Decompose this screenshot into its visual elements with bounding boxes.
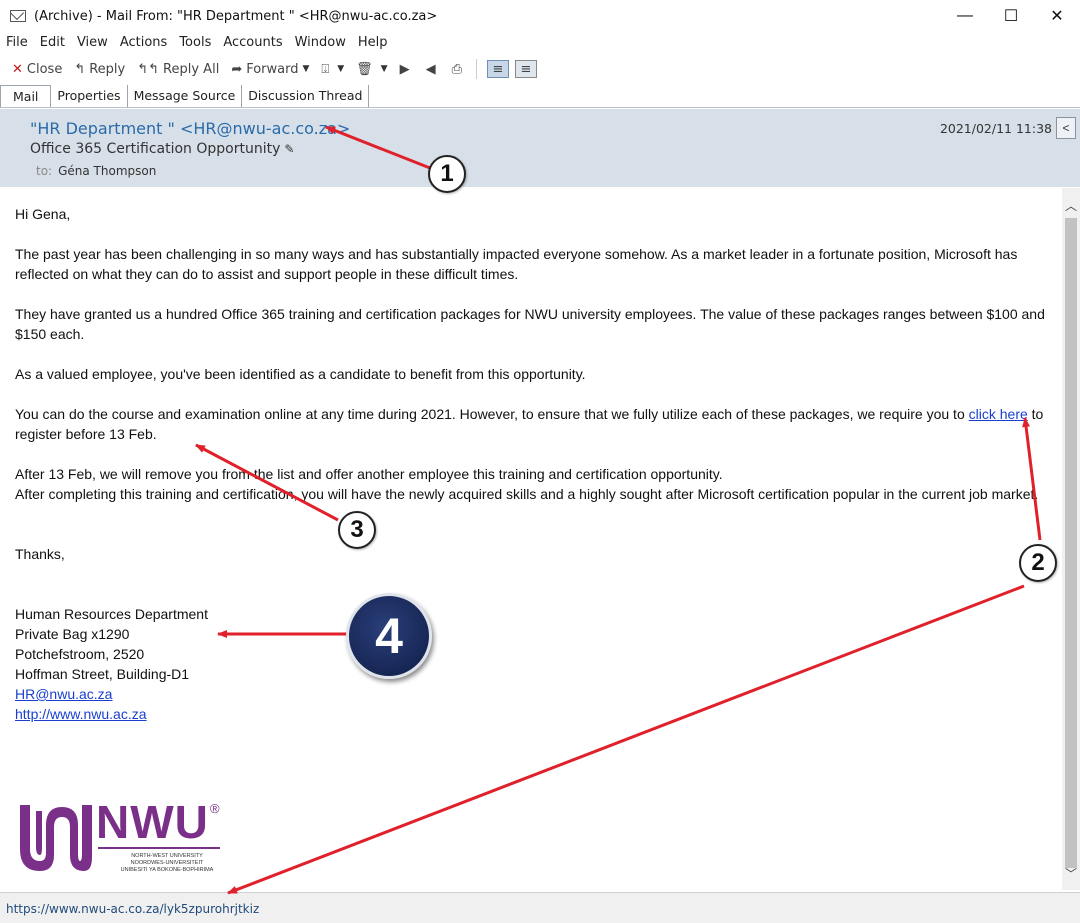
message-date: 2021/02/11 11:38 [939, 121, 1052, 136]
minimize-button[interactable]: — [942, 0, 988, 32]
play-left-icon: ◀ [425, 61, 436, 77]
delete-button[interactable]: 🗑 ▼ [350, 57, 393, 81]
nwu-logo-text: NWU [96, 796, 209, 848]
scroll-up-icon[interactable]: ︿ [1062, 196, 1080, 214]
logo-line-3: UNIBESITI YA BOKONE-BOPHIRIMA [120, 867, 214, 873]
nwu-logo: NWU ® NORTH-WEST UNIVERSITY NOORDWES-UNI… [14, 796, 234, 877]
view-text-icon: ≡ [515, 60, 537, 78]
previous-message-button[interactable]: ◀ [420, 57, 446, 81]
tab-discussion-thread[interactable]: Discussion Thread [242, 85, 370, 107]
chevron-down-icon[interactable]: ▼ [337, 64, 344, 74]
recipient-line: to: Géna Thompson [36, 164, 156, 178]
message-tabs: Mail Properties Message Source Discussio… [0, 84, 1080, 108]
logo-line-2: NOORDWES-UNIVERSITEIT [130, 860, 204, 866]
tab-mail[interactable]: Mail [0, 85, 52, 107]
window-controls: — ☐ ✕ [942, 0, 1080, 32]
to-label: to: [36, 164, 53, 178]
close-button[interactable]: ✕ Close [0, 57, 68, 81]
paragraph-2: They have granted us a hundred Office 36… [15, 306, 1045, 342]
logo-line-1: NORTH-WEST UNIVERSITY [131, 853, 203, 859]
trash-icon: 🗑 [356, 61, 373, 77]
message-body: Hi Gena, The past year has been challeng… [0, 188, 1062, 890]
maximize-button[interactable]: ☐ [988, 0, 1034, 32]
reply-all-button[interactable]: ↰↰ Reply All [131, 57, 225, 81]
menu-edit[interactable]: Edit [34, 33, 71, 53]
status-bar: https://www.nwu-ac.co.za/lyk5zpurohrjtki… [0, 892, 1080, 923]
window-title: (Archive) - Mail From: "HR Department " … [34, 8, 438, 24]
menu-window[interactable]: Window [289, 33, 352, 53]
status-url: https://www.nwu-ac.co.za/lyk5zpurohrjtki… [6, 902, 260, 916]
reply-all-arrow-icon: ↰↰ [137, 61, 160, 77]
mail-envelope-icon [10, 10, 26, 22]
forward-button[interactable]: ➦ Forward ▼ [225, 57, 315, 81]
forward-arrow-icon: ➦ [231, 61, 243, 77]
view-html-button[interactable]: ≡ [481, 57, 515, 81]
menu-bar: File Edit View Actions Tools Accounts Wi… [0, 33, 394, 53]
signature-address-1: Private Bag x1290 [15, 626, 130, 642]
tab-properties[interactable]: Properties [51, 85, 128, 107]
click-here-link[interactable]: click here [969, 406, 1028, 422]
menu-actions[interactable]: Actions [114, 33, 174, 53]
paragraph-4: You can do the course and examination on… [15, 406, 1044, 442]
tab-message-source[interactable]: Message Source [127, 85, 243, 107]
registered-mark: ® [210, 801, 220, 816]
signature-department: Human Resources Department [15, 606, 208, 622]
annotation-badge-2: 2 [1019, 544, 1057, 582]
paragraph-1: The past year has been challenging in so… [15, 246, 1018, 282]
view-text-button[interactable]: ≡ [515, 57, 543, 81]
move-folder-icon: ⍗ [321, 61, 330, 77]
pencil-edit-icon[interactable]: ✎ [284, 142, 294, 156]
logo-divider [98, 847, 220, 849]
signature-email-link[interactable]: HR@nwu.ac.za [15, 686, 112, 702]
chevron-left-icon: < [1062, 121, 1070, 135]
vertical-scrollbar[interactable]: ︿ ﹀ [1062, 188, 1080, 890]
collapse-header-button[interactable]: < [1056, 117, 1076, 139]
annotation-badge-3: 3 [338, 511, 376, 549]
menu-help[interactable]: Help [352, 33, 394, 53]
chevron-down-icon[interactable]: ▼ [381, 64, 388, 74]
menu-accounts[interactable]: Accounts [217, 33, 288, 53]
print-button[interactable]: ⎙ [446, 57, 472, 81]
signature-website-link[interactable]: http://www.nwu.ac.za [15, 706, 147, 722]
signature-block: Human Resources Department Private Bag x… [15, 604, 1048, 724]
signature-address-3: Hoffman Street, Building-D1 [15, 666, 190, 682]
view-layout-icon: ≡ [487, 60, 509, 78]
recipient-name[interactable]: Géna Thompson [58, 164, 156, 178]
menu-file[interactable]: File [0, 33, 34, 53]
menu-view[interactable]: View [71, 33, 114, 53]
title-bar: (Archive) - Mail From: "HR Department " … [0, 0, 1080, 32]
paragraph-3: As a valued employee, you've been identi… [15, 366, 586, 382]
reply-arrow-icon: ↰ [74, 61, 86, 77]
reply-button[interactable]: ↰ Reply [68, 57, 131, 81]
printer-icon: ⎙ [451, 61, 462, 77]
closing: Thanks, [15, 546, 65, 562]
close-x-icon: ✕ [12, 61, 23, 77]
sender-address[interactable]: "HR Department " <HR@nwu-ac.co.za> [30, 119, 350, 138]
toolbar-separator [476, 59, 477, 79]
chevron-down-icon[interactable]: ▼ [303, 64, 310, 74]
annotation-badge-1: 1 [428, 155, 466, 193]
scrollbar-thumb[interactable] [1065, 218, 1077, 868]
signature-address-2: Potchefstroom, 2520 [15, 646, 145, 662]
paragraph-5b: After completing this training and certi… [15, 486, 1039, 502]
nwu-emblem-icon [20, 805, 92, 871]
play-right-icon: ▶ [399, 61, 410, 77]
greeting: Hi Gena, [15, 206, 71, 222]
subject-text: Office 365 Certification Opportunity [30, 141, 281, 157]
annotation-badge-4: 4 [346, 593, 432, 679]
move-to-folder-button[interactable]: ⍗ ▼ [315, 57, 350, 81]
next-message-button[interactable]: ▶ [394, 57, 420, 81]
subject-line: Office 365 Certification Opportunity ✎ [30, 141, 294, 157]
message-header: "HR Department " <HR@nwu-ac.co.za> Offic… [0, 109, 1080, 187]
paragraph-5a: After 13 Feb, we will remove you from th… [15, 466, 723, 482]
scroll-down-icon[interactable]: ﹀ [1062, 864, 1080, 882]
menu-tools[interactable]: Tools [173, 33, 217, 53]
close-window-button[interactable]: ✕ [1034, 0, 1080, 32]
toolbar: ✕ Close ↰ Reply ↰↰ Reply All ➦ Forward ▼… [0, 55, 1080, 83]
